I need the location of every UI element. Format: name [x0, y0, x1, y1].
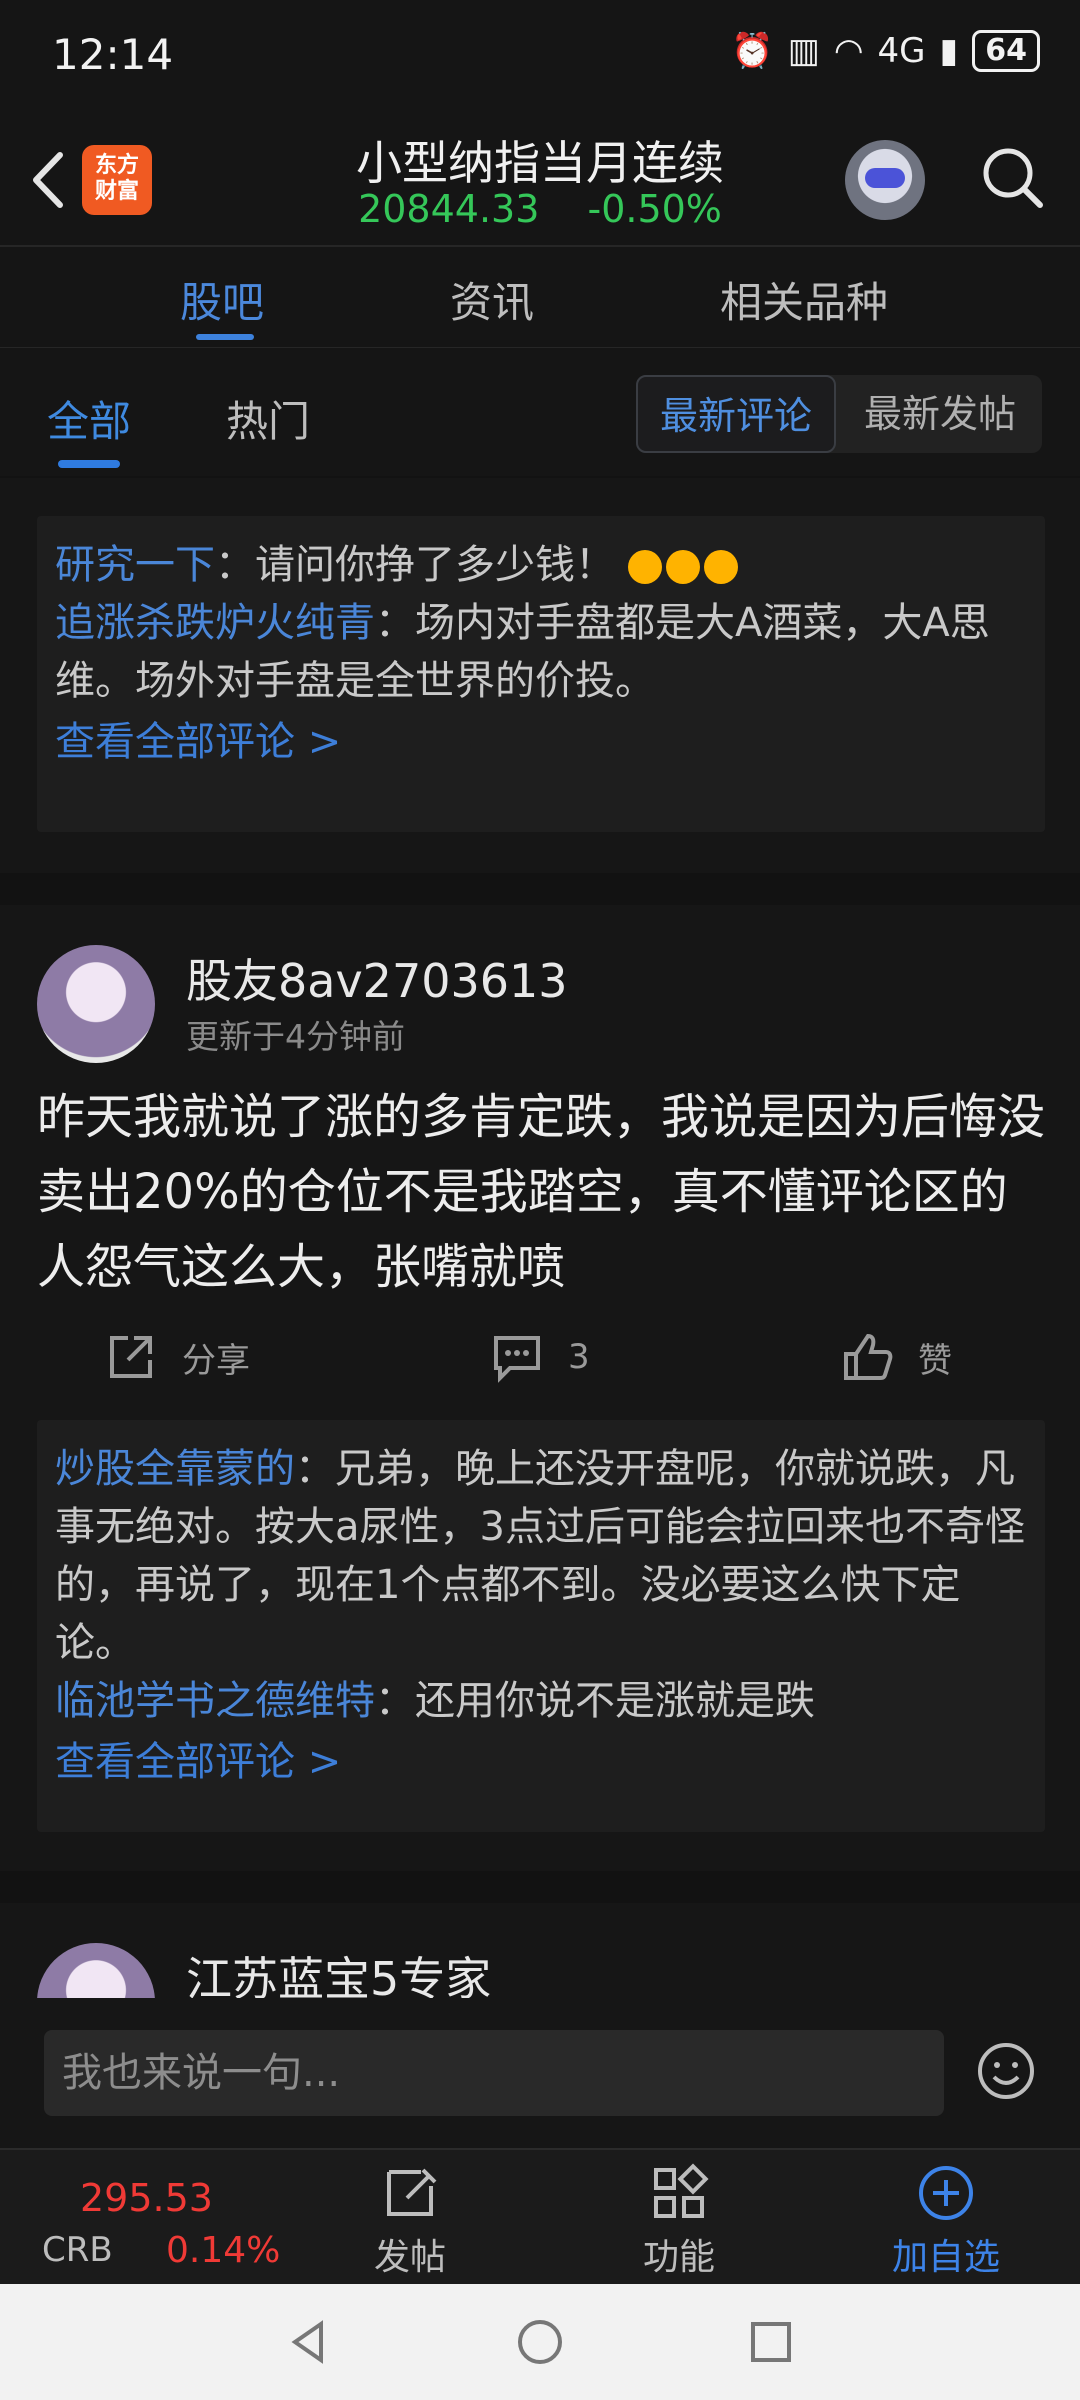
network-label: 4G [877, 31, 926, 71]
emoji-icon[interactable] [975, 2040, 1037, 2102]
robot-assistant-icon[interactable] [845, 140, 925, 220]
comment-text: ：还用你说不是涨就是跌 [375, 1678, 815, 1724]
post-card: 股友8av2703613 更新于4分钟前 昨天我就说了涨的多肯定跌，我说是因为后… [0, 905, 1080, 1871]
comment-author[interactable]: 追涨杀跌炉火纯青 [55, 600, 375, 646]
bottom-navigation: 295.53 CRB 0.14% 发帖 功能 加自选 [0, 2148, 1080, 2286]
plus-circle-icon [919, 2166, 973, 2220]
view-all-comments-link[interactable]: 查看全部评论 > [55, 710, 1027, 774]
status-time: 12:14 [52, 30, 174, 79]
comment-preview-box: 研究一下：请问你挣了多少钱！ 追涨杀跌炉火纯青：场内对手盘都是大A酒菜，大A思维… [37, 516, 1045, 832]
secondary-tabs: 全部 热门 最新评论 最新发帖 [0, 348, 1080, 476]
post-username[interactable]: 股友8av2703613 [186, 945, 568, 1011]
edit-icon [387, 2168, 437, 2216]
price-change: -0.50% [587, 187, 722, 231]
tab-news[interactable]: 资讯 [450, 269, 534, 330]
share-button[interactable]: 分享 [104, 1330, 250, 1384]
tab-hot[interactable]: 热门 [226, 388, 310, 449]
ticker-change[interactable]: 0.14% [166, 2230, 280, 2271]
comment-icon [494, 1336, 540, 1383]
view-all-comments-link[interactable]: 查看全部评论 > [55, 1730, 1027, 1794]
post-content[interactable]: 昨天我就说了涨的多肯定跌，我说是因为后悔没卖出20%的仓位不是我踏空，真不懂评论… [37, 1080, 1047, 1305]
sort-latest-comments[interactable]: 最新评论 [636, 375, 836, 453]
user-avatar[interactable] [37, 945, 155, 1063]
like-label: 赞 [918, 1340, 952, 1381]
laugh-emoji-icon [703, 550, 738, 584]
nav-post-label: 发帖 [373, 2237, 446, 2278]
tab-all[interactable]: 全部 [47, 388, 131, 449]
nav-functions-label: 功能 [642, 2237, 715, 2278]
comment-line[interactable]: 研究一下：请问你挣了多少钱！ [55, 536, 1027, 594]
comment-input-bar: 我也来说一句... [0, 1998, 1080, 2148]
ticker-value[interactable]: 295.53 [80, 2176, 213, 2220]
nav-post[interactable]: 发帖 [335, 2150, 485, 2280]
current-price: 20844.33 [358, 187, 540, 231]
grid-icon [654, 2163, 709, 2218]
share-icon [110, 1336, 152, 1378]
alarm-icon: ⏰ [731, 31, 774, 71]
comment-line[interactable]: 临池学书之德维特：还用你说不是涨就是跌 [55, 1672, 1027, 1730]
thumbs-up-icon [844, 1333, 893, 1380]
nav-add-watchlist[interactable]: 加自选 [871, 2150, 1021, 2280]
comment-preview-box: 炒股全靠蒙的：兄弟，晚上还没开盘呢，你就说跌，凡事无绝对。按大a尿性，3点过后可… [37, 1420, 1045, 1832]
system-navigation [0, 2284, 1080, 2400]
battery-indicator: 64 [972, 30, 1040, 72]
comment-count: 3 [568, 1337, 590, 1377]
comment-author[interactable]: 临池学书之德维特 [55, 1678, 375, 1724]
wifi-icon: ◠ [833, 31, 864, 71]
share-label: 分享 [182, 1340, 250, 1381]
comment-text: ：请问你挣了多少钱！ [215, 542, 615, 588]
comment-line[interactable]: 追涨杀跌炉火纯青：场内对手盘都是大A酒菜，大A思维。场外对手盘是全世界的价投。 [55, 594, 1027, 710]
comment-author[interactable]: 研究一下 [55, 542, 215, 588]
tab-related-products[interactable]: 相关品种 [720, 269, 888, 330]
comment-button[interactable]: 3 [490, 1330, 590, 1384]
comment-line[interactable]: 炒股全靠蒙的：兄弟，晚上还没开盘呢，你就说跌，凡事无绝对。按大a尿性，3点过后可… [55, 1440, 1027, 1672]
secondary-tab-underline [58, 460, 120, 468]
sort-toggle: 最新评论 最新发帖 [636, 375, 1042, 453]
primary-tabs: 股吧 资讯 相关品种 [0, 247, 1080, 349]
laugh-emoji-icon [665, 550, 700, 584]
post-update-time: 更新于4分钟前 [186, 1017, 405, 1056]
comment-author[interactable]: 炒股全靠蒙的 [55, 1446, 295, 1492]
tab-guba[interactable]: 股吧 [180, 269, 264, 330]
nav-functions[interactable]: 功能 [604, 2150, 754, 2280]
feed: 研究一下：请问你挣了多少钱！ 追涨杀跌炉火纯青：场内对手盘都是大A酒菜，大A思维… [0, 478, 1080, 1998]
comment-input[interactable]: 我也来说一句... [44, 2030, 944, 2116]
smile-emoji-icon [627, 550, 662, 584]
header: 东方 财富 小型纳指当月连续 20844.33 -0.50% [0, 115, 1080, 247]
status-icons: ⏰ ▥ ◠ 4G ▮ 64 [731, 30, 1040, 72]
system-back-icon[interactable] [281, 2314, 337, 2370]
system-home-icon[interactable] [512, 2314, 568, 2370]
search-icon[interactable] [978, 143, 1048, 213]
system-recents-icon[interactable] [743, 2314, 799, 2370]
vibrate-icon: ▥ [787, 31, 820, 71]
primary-tab-underline [196, 334, 254, 340]
signal-icon: ▮ [939, 31, 959, 71]
post-card: 江苏蓝宝5专家 [0, 1903, 1080, 1998]
user-avatar[interactable] [37, 1943, 155, 1998]
post-card: 研究一下：请问你挣了多少钱！ 追涨杀跌炉火纯青：场内对手盘都是大A酒菜，大A思维… [0, 478, 1080, 873]
nav-add-watchlist-label: 加自选 [891, 2237, 1000, 2278]
sort-latest-posts[interactable]: 最新发帖 [838, 375, 1042, 453]
ticker-code[interactable]: CRB [42, 2230, 113, 2270]
post-username[interactable]: 江苏蓝宝5专家 [186, 1943, 491, 1998]
like-button[interactable]: 赞 [840, 1330, 952, 1384]
status-bar: 12:14 ⏰ ▥ ◠ 4G ▮ 64 [0, 0, 1080, 115]
